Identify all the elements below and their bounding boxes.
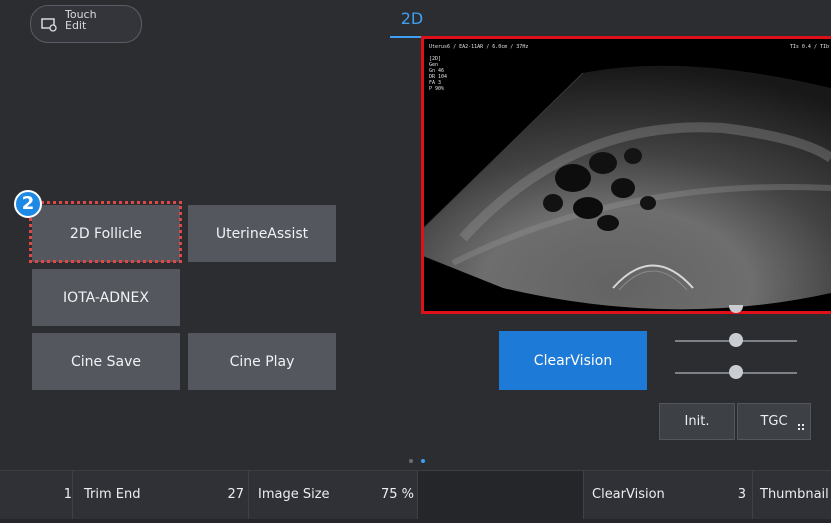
page-dot-2[interactable] bbox=[421, 459, 425, 463]
trim-end-label[interactable]: Trim End bbox=[84, 471, 141, 519]
thumbnail-label[interactable]: Thumbnail bbox=[760, 471, 829, 519]
touch-edit-label-2: Edit bbox=[65, 19, 87, 32]
slider-knob-2[interactable] bbox=[729, 365, 743, 379]
cine-save-button[interactable]: Cine Save bbox=[32, 333, 180, 390]
clearvision-button[interactable]: ClearVision bbox=[499, 331, 647, 390]
clearvision-level-value[interactable]: 3 bbox=[730, 471, 746, 519]
slider-knob-1[interactable] bbox=[729, 333, 743, 347]
iota-adnex-button[interactable]: IOTA-ADNEX bbox=[32, 269, 180, 326]
tgc-label: TGC bbox=[760, 414, 788, 429]
step-badge: 2 bbox=[14, 190, 42, 218]
tgc-button[interactable]: TGC bbox=[737, 403, 811, 440]
touch-edit-icon bbox=[41, 16, 57, 32]
2d-follicle-button[interactable]: 2D Follicle bbox=[32, 205, 180, 262]
image-highlight-frame bbox=[421, 36, 831, 314]
cine-play-button[interactable]: Cine Play bbox=[188, 333, 336, 390]
tab-2d[interactable]: 2D bbox=[390, 6, 434, 38]
image-size-value[interactable]: 75 % bbox=[370, 471, 414, 519]
grid-icon bbox=[798, 419, 804, 434]
clearvision-level-label[interactable]: ClearVision bbox=[592, 471, 665, 519]
image-size-label[interactable]: Image Size bbox=[258, 471, 330, 519]
trim-end-value[interactable]: 27 bbox=[220, 471, 244, 519]
bottom-value-1[interactable]: 1 bbox=[60, 471, 72, 519]
uterine-assist-button[interactable]: UterineAssist bbox=[188, 205, 336, 262]
init-button[interactable]: Init. bbox=[659, 403, 735, 440]
touch-edit-button[interactable]: Touch Edit bbox=[30, 5, 142, 43]
page-dot-1[interactable] bbox=[409, 459, 413, 463]
bottom-bar: 1 Trim End 27 Image Size 75 % ClearVisio… bbox=[0, 470, 831, 523]
